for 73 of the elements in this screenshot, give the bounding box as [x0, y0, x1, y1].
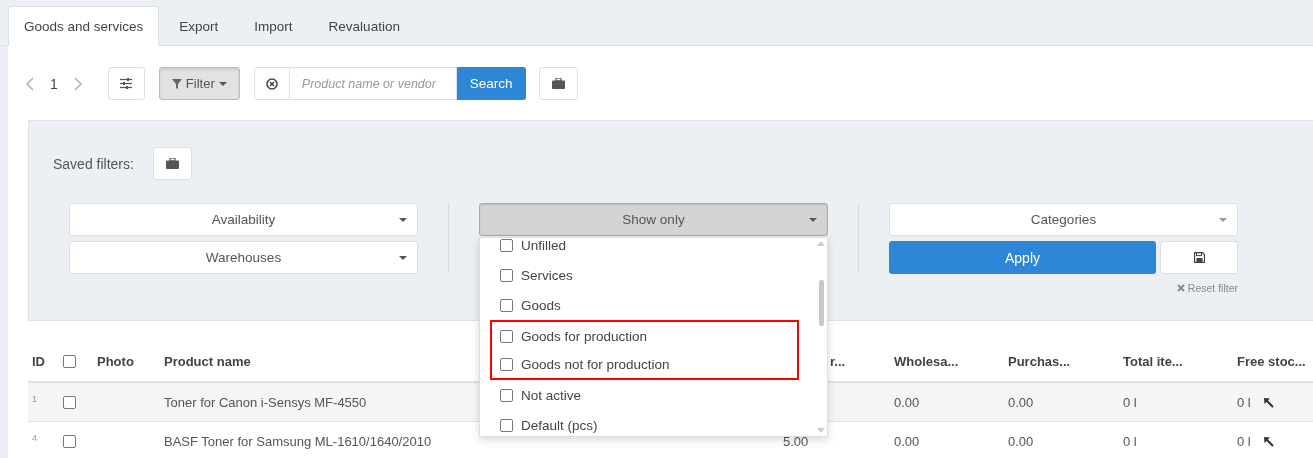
clear-icon	[265, 77, 278, 90]
dropdown-select[interactable]: Availability	[69, 203, 418, 236]
column-header[interactable]: Photo	[97, 354, 134, 369]
chevron-right-icon[interactable]	[73, 76, 82, 91]
checkbox[interactable]	[500, 357, 513, 371]
checkbox[interactable]	[63, 434, 76, 448]
option-label[interactable]: Goods not for production	[521, 356, 670, 372]
settings-button[interactable]	[107, 67, 145, 100]
option-label[interactable]: Not active	[521, 387, 582, 403]
apply-button[interactable]: Apply	[889, 241, 1156, 274]
dropdown-select[interactable]: Categories	[889, 203, 1238, 236]
caret-icon	[1219, 218, 1227, 222]
table-cell: 0.00	[1008, 394, 1034, 410]
checkbox[interactable]	[500, 238, 513, 252]
tab[interactable]: Goods and services	[8, 6, 160, 46]
table-cell: 0.00	[894, 433, 920, 449]
column-header[interactable]: r...	[830, 354, 846, 369]
save-icon	[1193, 252, 1205, 263]
saved-searches-button[interactable]	[538, 67, 578, 100]
row-id: 4	[32, 433, 37, 443]
save-filter-button[interactable]	[1160, 241, 1238, 274]
table-cell: 0 l	[1123, 433, 1137, 449]
table-cell: 0.00	[894, 394, 920, 410]
table-cell: 5.00	[783, 433, 809, 449]
briefcase-icon	[165, 158, 179, 169]
checkbox[interactable]	[500, 388, 513, 402]
table-cell: 0.00	[1008, 433, 1034, 449]
tab[interactable]: Export	[163, 6, 235, 45]
caret-icon	[399, 218, 407, 222]
option-label[interactable]: Default (pcs)	[521, 417, 598, 433]
column-header[interactable]: Free stoc...	[1237, 354, 1306, 369]
table-cell: 0 l	[1237, 433, 1251, 449]
close-icon	[1176, 284, 1185, 292]
table-cell: 0 l	[1123, 394, 1137, 410]
checkbox[interactable]	[63, 395, 76, 409]
table-cell: Toner for Canon i-Sensys MF-4550	[164, 394, 367, 410]
checkbox[interactable]	[63, 355, 76, 368]
column-header[interactable]: ID	[32, 354, 45, 369]
row-id: 1	[32, 394, 37, 404]
caret-icon	[399, 256, 407, 260]
table-cell: 0 l	[1237, 394, 1251, 410]
caret-icon	[218, 81, 227, 86]
option-label[interactable]: Services	[521, 267, 573, 283]
caret-icon	[809, 218, 817, 222]
briefcase-icon	[551, 78, 565, 89]
checkbox[interactable]	[500, 298, 513, 312]
chevron-left-icon[interactable]	[26, 76, 34, 91]
filter-button[interactable]: Filter	[158, 67, 240, 100]
clear-button[interactable]	[253, 67, 290, 100]
table-cell: BASF Toner for Samsung ML-1610/1640/2010	[164, 433, 432, 449]
checkbox[interactable]	[500, 418, 513, 432]
filter-icon	[171, 78, 182, 89]
column-header[interactable]: Wholesa...	[894, 354, 959, 369]
dropdown-select[interactable]: Warehouses	[69, 241, 418, 274]
page-number: 1	[49, 75, 59, 92]
checkbox[interactable]	[500, 329, 513, 343]
tab[interactable]: Import	[238, 6, 309, 45]
search-button[interactable]: Search	[456, 67, 526, 100]
option-label[interactable]: Unfilled	[521, 238, 567, 253]
arrow-icon[interactable]	[1262, 396, 1274, 408]
arrow-icon[interactable]	[1262, 435, 1274, 447]
saved-filters-button[interactable]	[152, 147, 192, 180]
search-field[interactable]: Product name or vendor	[289, 67, 457, 100]
sliders-icon	[120, 78, 133, 89]
column-header[interactable]: Product name	[164, 354, 251, 369]
checkbox[interactable]	[500, 268, 513, 282]
dropdown-select[interactable]: Show only	[479, 203, 828, 236]
option-label[interactable]: Goods	[521, 297, 561, 313]
tab[interactable]: Revaluation	[312, 6, 416, 45]
option-label[interactable]: Goods for production	[521, 328, 648, 344]
saved-filters-label: Saved filters:	[53, 155, 134, 172]
column-header[interactable]: Total ite...	[1123, 354, 1183, 369]
column-header[interactable]: Purchas...	[1008, 354, 1071, 369]
